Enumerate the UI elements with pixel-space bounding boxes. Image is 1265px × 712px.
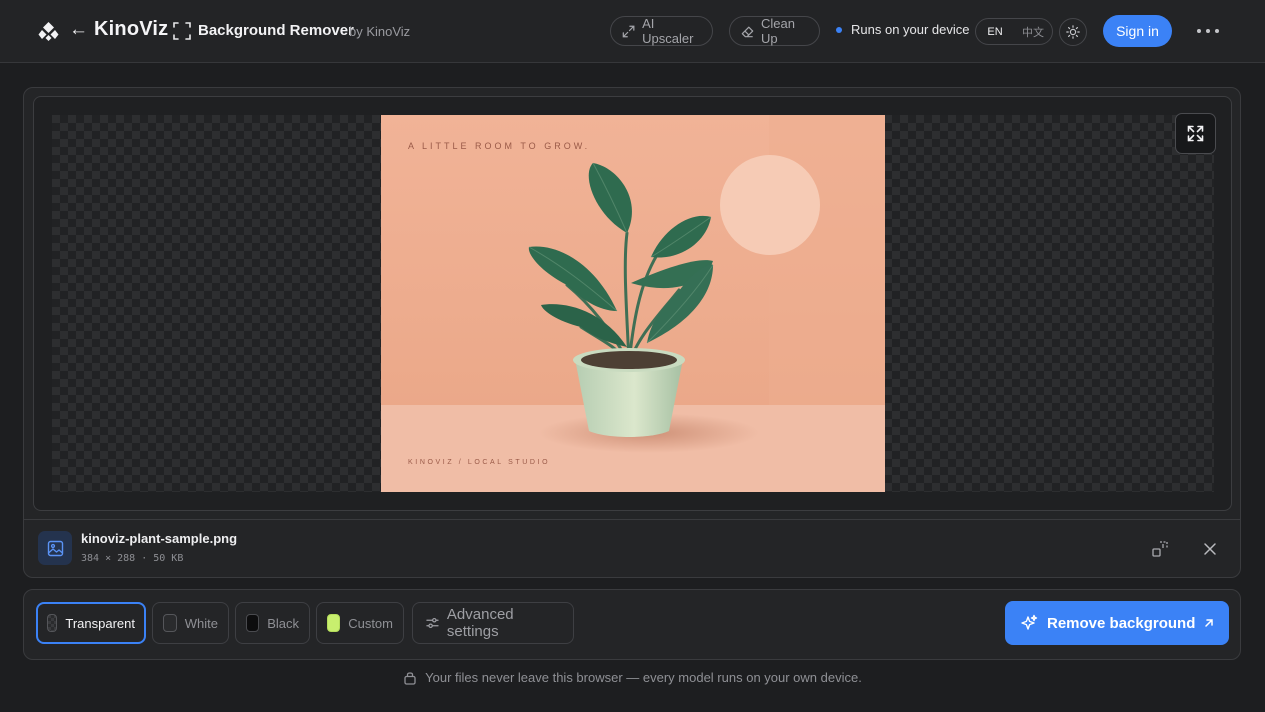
eraser-icon (741, 26, 754, 37)
remove-background-label: Remove background (1047, 614, 1196, 632)
more-horizontal-icon[interactable] (1197, 22, 1219, 40)
theme-toggle-button[interactable] (1059, 18, 1087, 46)
by-line: by KinoViz (349, 24, 411, 39)
background-option-label: White (184, 615, 218, 631)
image-caption-top: A LITTLE ROOM TO GROW. (408, 141, 590, 151)
transparent-swatch (47, 614, 58, 632)
ai-upscaler-label: AI Upscaler (642, 16, 694, 46)
page-title: Background Remover (198, 22, 354, 39)
background-option-label: Black (267, 615, 299, 631)
advanced-settings-label: Advanced settings (446, 606, 514, 640)
remove-background-button[interactable]: Remove background (1005, 601, 1229, 645)
close-icon[interactable] (1201, 540, 1219, 558)
file-thumbnail (38, 531, 72, 565)
background-option-black[interactable]: Black (235, 602, 310, 644)
sparkles-icon (1021, 614, 1038, 630)
clean-up-label: Clean Up (761, 16, 795, 46)
editor-panel: A LITTLE ROOM TO GROW. KINOVIZ / LOCAL S… (23, 87, 1241, 578)
background-option-custom[interactable]: Custom (316, 602, 404, 644)
expand-arrows-icon (622, 25, 635, 37)
image-caption-bottom: KINOVIZ / LOCAL STUDIO (408, 459, 550, 466)
white-swatch (163, 614, 177, 632)
fullscreen-button[interactable] (1175, 113, 1216, 154)
privacy-note: Your files never leave this browser — ev… (0, 670, 1265, 685)
lock-icon (404, 672, 416, 685)
file-name: kinoviz-plant-sample.png (81, 531, 238, 546)
background-option-transparent[interactable]: Transparent (36, 602, 146, 644)
back-arrow-icon: ← (69, 19, 88, 40)
back-home-link[interactable]: ← KinoViz (69, 18, 168, 41)
top-bar: ← KinoViz Background Remover by KinoViz … (0, 0, 1265, 63)
kinoviz-logo-icon[interactable] (38, 21, 59, 42)
sun-icon (1066, 25, 1080, 39)
file-divider (24, 519, 1240, 520)
language-option-en[interactable]: EN (976, 26, 1014, 38)
compare-icon[interactable] (1151, 540, 1169, 558)
ai-upscaler-link[interactable]: AI Upscaler (610, 16, 713, 46)
privacy-note-text: Your files never leave this browser — ev… (425, 670, 862, 685)
preview-image[interactable]: A LITTLE ROOM TO GROW. KINOVIZ / LOCAL S… (381, 115, 885, 492)
arrow-up-right-icon (1205, 619, 1213, 627)
language-toggle: EN 中文 (975, 18, 1053, 45)
custom-swatch (327, 614, 341, 632)
options-toolbar: Transparent White Black Custom Advanced … (23, 589, 1241, 660)
black-swatch (246, 614, 260, 632)
image-icon (47, 540, 63, 556)
device-status: Runs on your device (836, 22, 970, 37)
fullscreen-icon (1187, 125, 1204, 142)
canvas-frame: A LITTLE ROOM TO GROW. KINOVIZ / LOCAL S… (33, 96, 1232, 511)
background-option-label: Custom (348, 615, 393, 631)
sliders-icon (426, 617, 439, 629)
sign-in-button[interactable]: Sign in (1103, 15, 1172, 47)
focus-frame-icon (173, 22, 191, 40)
status-dot (836, 26, 842, 33)
clean-up-link[interactable]: Clean Up (729, 16, 820, 46)
background-option-white[interactable]: White (152, 602, 229, 644)
background-option-label: Transparent (65, 615, 135, 631)
brand-name: KinoViz (94, 18, 169, 40)
language-option-zh[interactable]: 中文 (1014, 24, 1052, 40)
device-status-label: Runs on your device (851, 22, 970, 37)
file-meta: 384 × 288 · 50 KB (81, 553, 184, 564)
advanced-settings-button[interactable]: Advanced settings (412, 602, 574, 644)
